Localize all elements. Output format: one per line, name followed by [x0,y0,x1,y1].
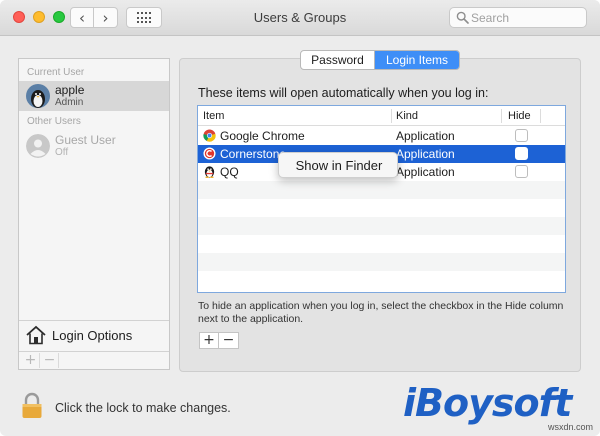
login-items-table[interactable]: Item Kind Hide Google Chrome Application [197,105,566,293]
search-icon [456,11,469,24]
lock-message: Click the lock to make changes. [55,401,231,415]
item-name: QQ [220,165,239,179]
column-separator [540,109,541,123]
login-options-item[interactable]: Login Options [25,324,165,348]
lock-icon[interactable] [21,392,43,419]
add-login-item-button[interactable]: + [200,333,219,348]
user-name: Guest User [55,133,116,147]
table-row[interactable]: Google Chrome Application [198,127,565,145]
empty-row [198,181,565,199]
empty-row [198,235,565,253]
add-user-button[interactable]: + [22,353,40,368]
hide-checkbox[interactable] [515,165,528,178]
user-row-apple[interactable]: apple Admin [19,81,169,111]
user-status: Off [55,147,69,158]
site-watermark: wsxdn.com [548,422,594,432]
tab-bar: Password Login Items [300,50,460,70]
tab-login-items[interactable]: Login Items [375,51,459,69]
login-items-intro: These items will open automatically when… [198,86,489,100]
column-header-kind[interactable]: Kind [396,110,418,122]
search-field[interactable] [449,7,587,28]
show-in-finder-menu-item[interactable]: Show in Finder [279,158,399,173]
title-bar: ‹ › Users & Groups [0,0,600,36]
column-separator [391,109,392,123]
penguin-avatar-icon [26,84,50,108]
item-kind: Application [396,165,455,179]
item-kind: Application [396,147,455,161]
user-avatar [26,84,50,108]
hide-checkbox[interactable] [515,129,528,142]
item-name: Google Chrome [220,129,305,143]
qq-penguin-icon [204,166,215,178]
user-row-guest[interactable]: Guest User Off [19,131,169,161]
tab-password[interactable]: Password [301,51,375,69]
login-options-label: Login Options [52,328,133,343]
chrome-icon [203,129,216,142]
table-header: Item Kind Hide [198,106,565,126]
sidebar-bottom-bar: + − [19,351,169,369]
column-header-item[interactable]: Item [203,110,224,122]
remove-user-button[interactable]: − [41,353,59,368]
column-header-hide[interactable]: Hide [508,110,531,122]
item-kind: Application [396,129,455,143]
iboysoft-watermark: iBoysoft [403,381,572,425]
users-sidebar: Current User apple Admin Other Users Gue… [18,58,170,370]
hide-hint-text: To hide an application when you log in, … [198,300,564,325]
context-menu: Show in Finder [278,152,398,178]
user-avatar [26,134,50,158]
add-remove-control: + − [199,332,239,349]
search-input[interactable] [471,10,581,25]
sidebar-divider [19,320,169,321]
preferences-window: ‹ › Users & Groups Current User [0,0,600,436]
empty-row [198,253,565,271]
remove-login-item-button[interactable]: − [219,333,238,348]
cornerstone-icon [203,147,216,160]
house-icon [26,325,46,345]
hide-checkbox[interactable] [515,147,528,160]
column-separator [501,109,502,123]
item-name: Cornerstone [220,147,287,161]
user-role: Admin [55,97,84,108]
empty-row [198,217,565,235]
user-name: apple [55,83,85,97]
other-users-heading: Other Users [27,116,81,127]
empty-row [198,271,565,289]
current-user-heading: Current User [27,67,85,78]
person-silhouette-icon [26,134,50,158]
empty-row [198,199,565,217]
